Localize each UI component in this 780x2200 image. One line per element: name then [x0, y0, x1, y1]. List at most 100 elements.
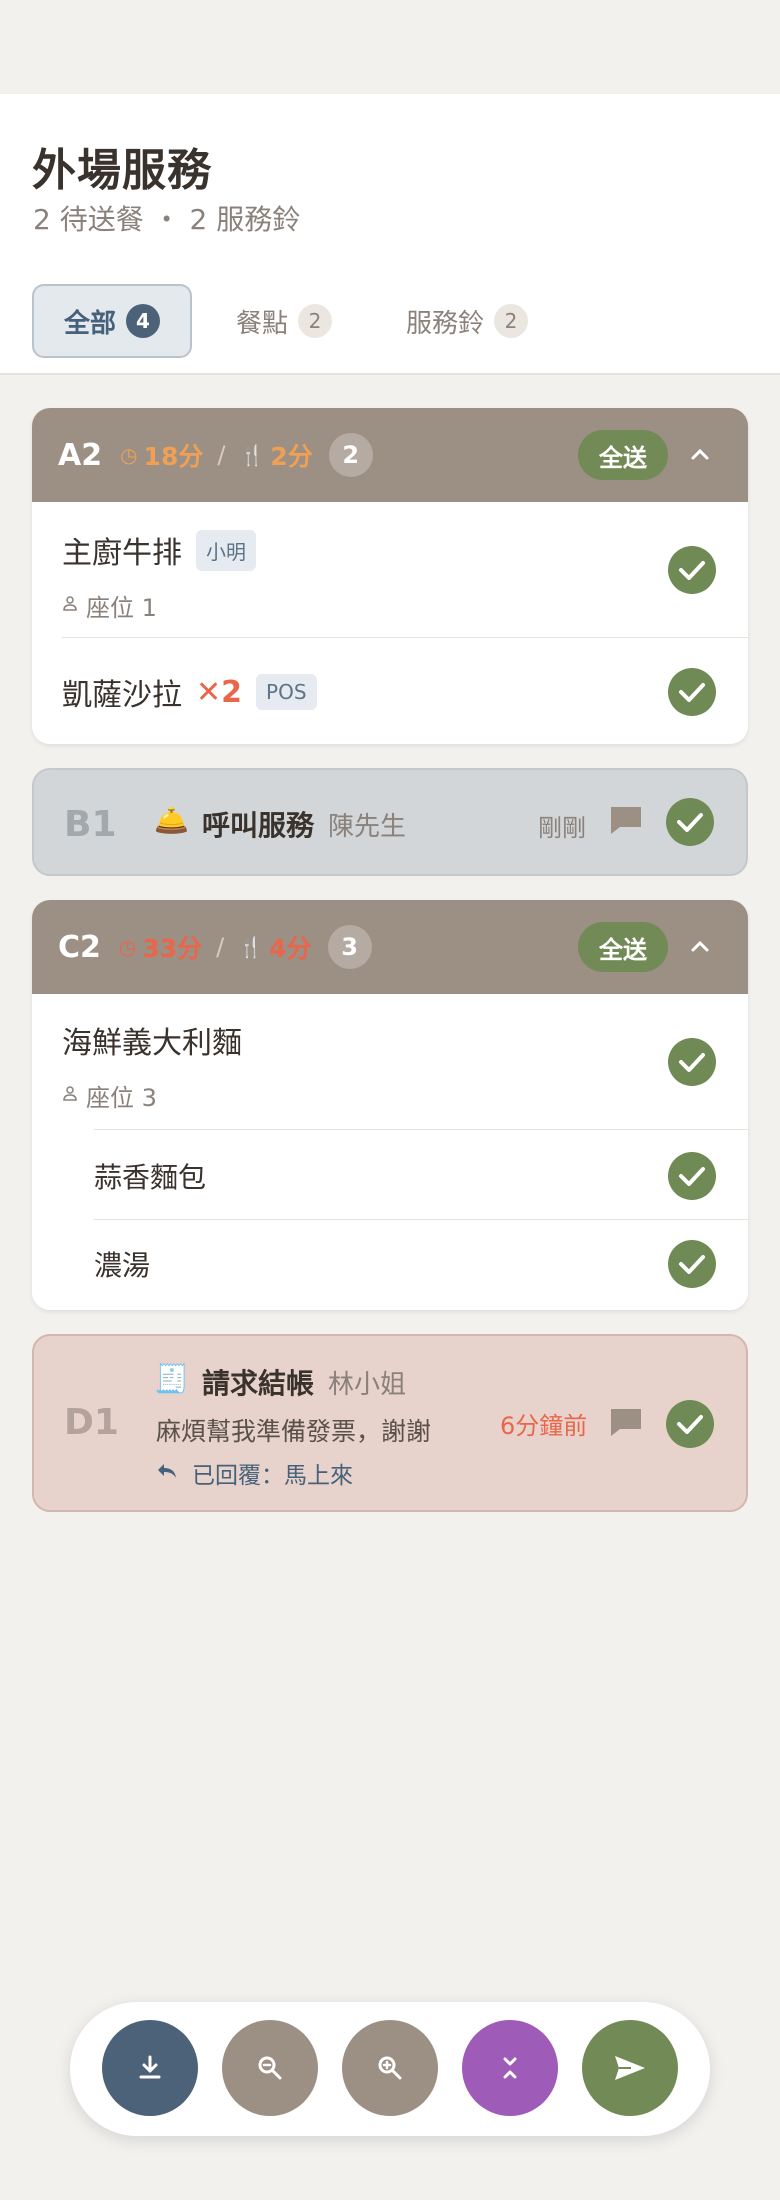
seat-label: 座位 3 — [62, 1078, 157, 1113]
tab-label: 餐點 — [236, 308, 289, 339]
order-item: 海鮮義大利麵 座位 3 — [32, 994, 748, 1130]
check-icon[interactable] — [668, 546, 716, 594]
call-type: 呼叫服務 — [202, 809, 315, 842]
item-name-row: 主廚牛排 小明 — [62, 528, 256, 572]
tab-meals[interactable]: 餐點 2 — [206, 284, 362, 358]
order-card-a2: A2 ◷ 18分 / 🍴 2分 2 全送 主廚牛排 小明 座位 1 凱薩沙拉 ✕… — [32, 408, 748, 744]
cook-time-value: 4分 — [269, 934, 312, 963]
chat-icon[interactable] — [608, 1406, 644, 1436]
server-tag: 小明 — [196, 529, 256, 571]
utensils-icon: 🍴 — [238, 935, 264, 959]
collapse-all-button[interactable] — [462, 2020, 558, 2116]
tab-count-badge: 4 — [126, 304, 161, 338]
person-icon — [62, 595, 78, 616]
person-icon — [62, 1085, 78, 1106]
seat-label: 座位 1 — [62, 588, 157, 623]
zoom-in-button[interactable] — [342, 2020, 438, 2116]
cook-timer: 🍴 4分 — [238, 929, 311, 965]
clock-icon: ◷ — [120, 443, 138, 467]
reply-text: 已回覆：馬上來 — [192, 1463, 353, 1489]
item-name: 濃湯 — [94, 1249, 151, 1282]
bottom-toolbar — [70, 2002, 710, 2136]
wait-timer: ◷ 18分 — [120, 437, 203, 473]
separator: / — [216, 933, 225, 961]
item-name-row: 蒜香麵包 — [94, 1156, 206, 1196]
check-icon[interactable] — [668, 668, 716, 716]
utensils-icon: 🍴 — [239, 443, 265, 467]
item-name-row: 海鮮義大利麵 — [62, 1018, 242, 1062]
table-number: C2 — [58, 929, 101, 965]
seat-text: 座位 1 — [86, 594, 157, 622]
item-name: 主廚牛排 — [62, 536, 182, 571]
order-card-c2: C2 ◷ 33分 / 🍴 4分 3 全送 海鮮義大利麵 座位 3 蒜香麵包 濃湯 — [32, 900, 748, 1310]
send-icon — [615, 2056, 645, 2080]
item-name: 蒜香麵包 — [94, 1161, 207, 1194]
zoom-in-icon — [378, 2056, 402, 2080]
call-message: 麻煩幫我準備發票，謝謝 — [156, 1417, 432, 1446]
tab-count-badge: 2 — [494, 304, 529, 338]
cook-timer: 🍴 2分 — [239, 437, 312, 473]
chat-icon[interactable] — [608, 804, 644, 834]
wait-time-value: 18分 — [143, 442, 204, 471]
item-count-badge: 3 — [327, 925, 372, 969]
send-all-button[interactable]: 全送 — [578, 922, 668, 972]
customer-name: 林小姐 — [328, 1370, 407, 1400]
source-tag: POS — [256, 674, 317, 710]
page-header: 外場服務 2 待送餐 ・ 2 服務鈴 全部 4 餐點 2 服務鈴 2 — [0, 94, 780, 375]
table-number: D1 — [64, 1402, 119, 1443]
page-title: 外場服務 — [32, 145, 212, 196]
table-number: A2 — [58, 437, 103, 473]
check-icon[interactable] — [668, 1240, 716, 1288]
call-type: 請求結帳 — [202, 1367, 315, 1400]
chevron-up-icon[interactable] — [682, 928, 718, 964]
reply-icon — [156, 1461, 178, 1486]
customer-name: 陳先生 — [328, 812, 407, 842]
collapse-all-icon — [503, 2057, 517, 2079]
tab-service-bell[interactable]: 服務鈴 2 — [376, 284, 558, 358]
order-item: 主廚牛排 小明 座位 1 — [32, 502, 748, 638]
seat-text: 座位 3 — [86, 1084, 157, 1112]
call-title-row: 請求結帳 林小姐 — [202, 1362, 406, 1402]
page-subtitle: 2 待送餐 ・ 2 服務鈴 — [33, 203, 301, 236]
filter-tabs: 全部 4 餐點 2 服務鈴 2 — [32, 284, 572, 358]
cook-time-value: 2分 — [270, 442, 313, 471]
receipt-icon: 🧾 — [154, 1362, 189, 1395]
zoom-out-button[interactable] — [222, 2020, 318, 2116]
zoom-out-icon — [258, 2056, 282, 2080]
quantity-badge: ✕2 — [196, 674, 243, 710]
send-all-button[interactable]: 全送 — [578, 430, 668, 480]
call-time: 6分鐘前 — [500, 1412, 588, 1440]
tab-all[interactable]: 全部 4 — [32, 284, 193, 358]
order-card-header[interactable]: A2 ◷ 18分 / 🍴 2分 2 全送 — [32, 408, 748, 502]
chevron-up-icon[interactable] — [682, 436, 718, 472]
bell-icon: 🛎️ — [154, 804, 189, 837]
check-icon[interactable] — [666, 1400, 714, 1448]
check-icon[interactable] — [668, 1152, 716, 1200]
order-sub-item: 蒜香麵包 — [32, 1130, 748, 1220]
order-card-header[interactable]: C2 ◷ 33分 / 🍴 4分 3 全送 — [32, 900, 748, 994]
tab-label: 服務鈴 — [406, 308, 485, 339]
download-icon — [139, 2055, 161, 2079]
service-call-card-b1[interactable]: B1 🛎️ 呼叫服務 陳先生 剛剛 — [32, 768, 748, 876]
item-name-row: 濃湯 — [94, 1244, 150, 1284]
service-call-card-d1[interactable]: D1 🧾 請求結帳 林小姐 麻煩幫我準備發票，謝謝 已回覆：馬上來 6分鐘前 — [32, 1334, 748, 1512]
order-sub-item: 濃湯 — [32, 1220, 748, 1310]
send-button[interactable] — [582, 2020, 678, 2116]
call-time: 剛剛 — [538, 814, 586, 842]
item-name: 凱薩沙拉 — [62, 678, 182, 713]
download-button[interactable] — [102, 2020, 198, 2116]
order-item: 凱薩沙拉 ✕2 POS — [32, 638, 748, 744]
call-title-row: 呼叫服務 陳先生 — [202, 804, 406, 844]
tab-count-badge: 2 — [298, 304, 333, 338]
separator: / — [217, 441, 226, 469]
item-name: 海鮮義大利麵 — [62, 1026, 242, 1061]
table-number: B1 — [64, 804, 117, 845]
clock-icon: ◷ — [118, 935, 137, 959]
tab-label: 全部 — [64, 308, 117, 339]
check-icon[interactable] — [666, 798, 714, 846]
reply-row: 已回覆：馬上來 — [156, 1456, 353, 1490]
wait-timer: ◷ 33分 — [119, 929, 202, 965]
check-icon[interactable] — [668, 1038, 716, 1086]
item-name-row: 凱薩沙拉 ✕2 POS — [62, 670, 317, 714]
item-count-badge: 2 — [328, 433, 373, 477]
